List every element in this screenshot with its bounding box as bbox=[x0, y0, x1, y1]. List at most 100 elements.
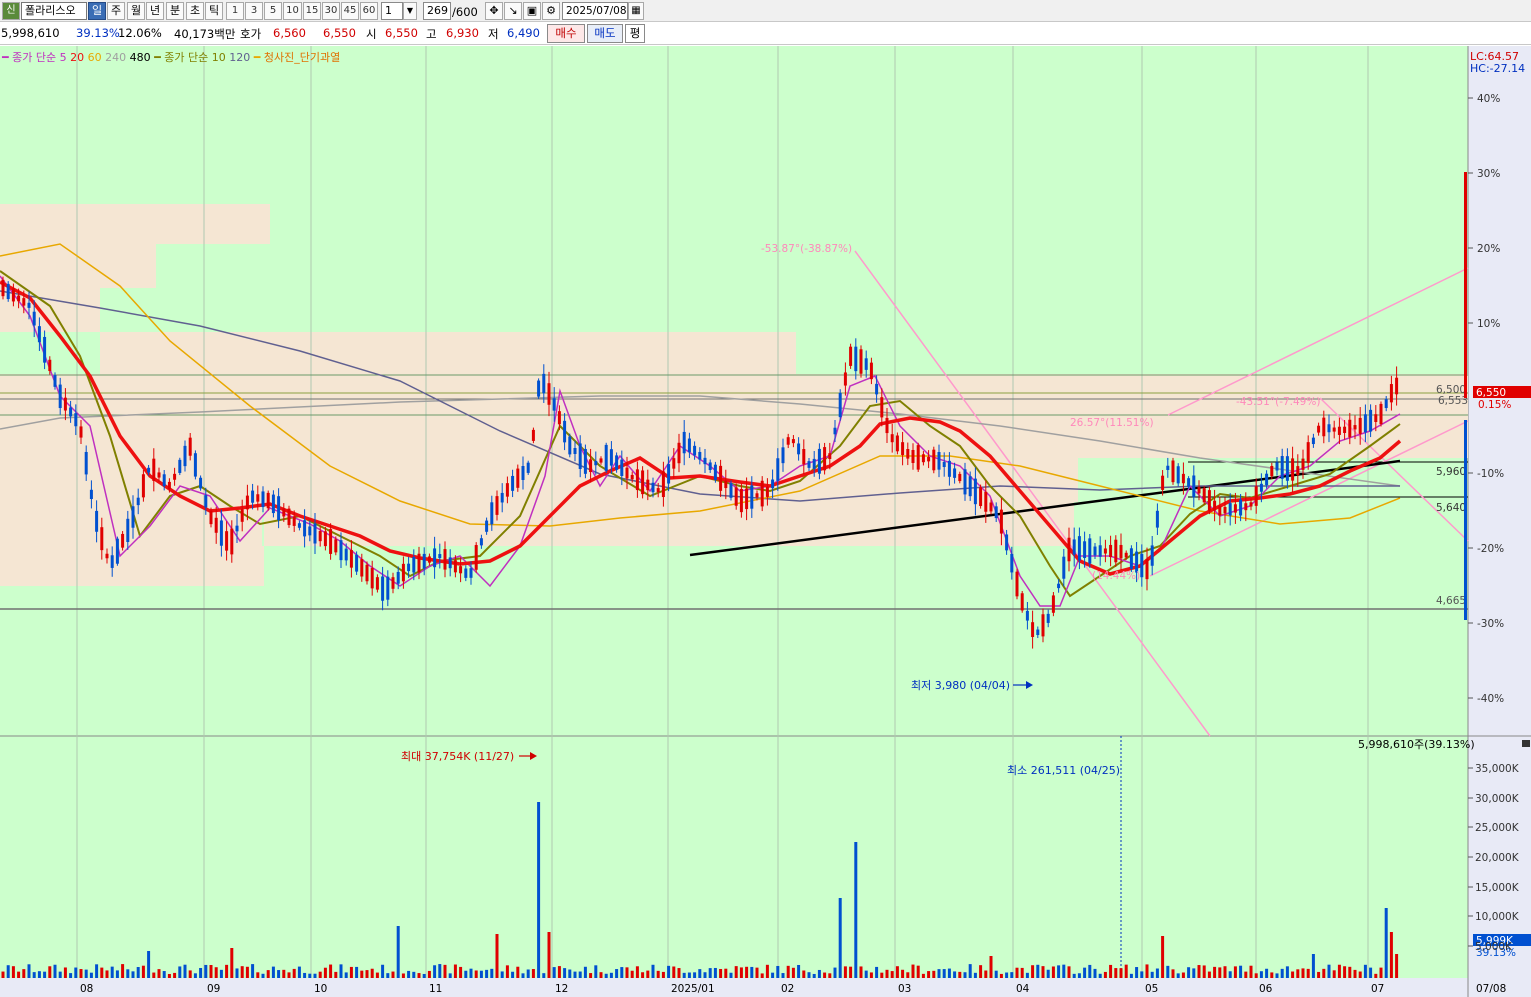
interval-button-5[interactable]: 30 bbox=[322, 2, 340, 20]
quote-bar: 5,998,610 39.13% 12.06% 40,173백만 호가 6,56… bbox=[0, 22, 1531, 45]
volume-tick-0: 35,000K bbox=[1475, 763, 1520, 775]
pct-tick-7: -40% bbox=[1477, 693, 1504, 705]
level-5960: 5,960 bbox=[1436, 466, 1466, 478]
date-label-12: 07/08 bbox=[1476, 983, 1506, 995]
chart-window: 신 폴라리스오 일주월년분초틱 1 3 5 10 15 30 45 60 1 ▼ 269 /6… bbox=[0, 0, 1531, 997]
interval-button-6[interactable]: 45 bbox=[341, 2, 359, 20]
interval-button-7[interactable]: 60 bbox=[360, 2, 378, 20]
date-label-4: 12 bbox=[555, 983, 568, 995]
crosshair-icon[interactable]: ✥ bbox=[485, 2, 503, 20]
period-button-0[interactable]: 일 bbox=[88, 2, 106, 20]
interval-button-3[interactable]: 10 bbox=[283, 2, 302, 20]
interval-select[interactable]: 1 bbox=[381, 2, 403, 20]
interval-button-4[interactable]: 15 bbox=[303, 2, 321, 20]
count-max: /600 bbox=[452, 5, 478, 19]
price-chart[interactable]: -53.87°(-38.87%) 26.57°(11.51%) -43.51°(… bbox=[0, 46, 1531, 997]
gear-icon[interactable]: ⚙ bbox=[542, 2, 560, 20]
date-label-11: 07 bbox=[1371, 983, 1384, 995]
volume-tick-2: 25,000K bbox=[1475, 822, 1520, 834]
period-button-3[interactable]: 년 bbox=[146, 2, 164, 20]
open-label: 시 bbox=[366, 27, 377, 41]
high-price: 6,930 bbox=[446, 26, 479, 40]
date-label-0: 08 bbox=[80, 983, 93, 995]
level-6553: 6,553 bbox=[1438, 395, 1468, 407]
interval-button-1[interactable]: 3 bbox=[245, 2, 263, 20]
legend-ma120: 120 bbox=[229, 51, 251, 64]
legend-ma480: 480 bbox=[129, 51, 151, 64]
date-label-10: 06 bbox=[1259, 983, 1273, 995]
pct-tick-5: -20% bbox=[1477, 543, 1504, 555]
date-label-9: 05 bbox=[1145, 983, 1158, 995]
date-label-2: 10 bbox=[314, 983, 327, 995]
min-volume-label: 최소 261,511 (04/25) bbox=[1007, 764, 1120, 777]
volume-tick-6: 5,000K bbox=[1475, 941, 1513, 953]
legend: ━ 종가 단순 5 20 60 240 480 ━ 종가 단순 10 120 ━… bbox=[2, 51, 341, 64]
volume-tick-3: 20,000K bbox=[1475, 852, 1520, 864]
volume-tick-1: 30,000K bbox=[1475, 793, 1520, 805]
legend-ma20: 20 bbox=[70, 51, 85, 64]
interval-button-0[interactable]: 1 bbox=[226, 2, 244, 20]
toolbar: 신 폴라리스오 일주월년분초틱 1 3 5 10 15 30 45 60 1 ▼ 269 /6… bbox=[0, 0, 1531, 22]
sell-button[interactable]: 매도 bbox=[587, 24, 623, 43]
date-axis bbox=[0, 978, 1531, 997]
legend-ma10: 10 bbox=[211, 51, 226, 64]
legend-ma60: 60 bbox=[87, 51, 102, 64]
date-label-8: 04 bbox=[1016, 983, 1030, 995]
level-4665: 4,665 bbox=[1436, 595, 1466, 607]
flat-button[interactable]: 평 bbox=[625, 24, 645, 43]
date-label-7: 03 bbox=[898, 983, 911, 995]
current-pct: 0.15% bbox=[1478, 399, 1511, 411]
max-volume-label: 최대 37,754K (11/27) bbox=[401, 750, 514, 763]
pct-tick-1: 30% bbox=[1477, 168, 1500, 180]
volume-value: 5,998,610 bbox=[1, 26, 60, 40]
period-button-4[interactable]: 분 bbox=[166, 2, 184, 20]
low-price: 6,490 bbox=[507, 26, 540, 40]
legend-ma240: 240 bbox=[105, 51, 127, 64]
chevron-down-icon[interactable]: ▼ bbox=[403, 2, 417, 20]
pct-tick-2: 20% bbox=[1477, 243, 1500, 255]
ask-price: 6,560 bbox=[273, 26, 306, 40]
count-field[interactable]: 269 bbox=[423, 2, 451, 20]
min-price-label: 최저 3,980 (04/04) bbox=[911, 679, 1010, 692]
low-label: 저 bbox=[488, 27, 499, 41]
period-button-1[interactable]: 주 bbox=[107, 2, 125, 20]
date-field[interactable]: 2025/07/08 bbox=[562, 2, 628, 20]
bid-price: 6,550 bbox=[323, 26, 356, 40]
period-button-5[interactable]: 초 bbox=[186, 2, 204, 20]
collapse-icon[interactable] bbox=[1522, 740, 1530, 747]
trend-mid-label: 26.57°(11.51%) bbox=[1070, 417, 1154, 429]
volume-tick-4: 15,000K bbox=[1475, 882, 1520, 894]
date-label-5: 2025/01 bbox=[671, 983, 715, 995]
high-label: 고 bbox=[426, 27, 437, 41]
hc-label: HC:-27.14 bbox=[1470, 62, 1525, 75]
draw-line-icon[interactable]: ↘ bbox=[504, 2, 522, 20]
trend-low-label: (14.44%) bbox=[1092, 570, 1140, 582]
change-pct: 12.06% bbox=[118, 26, 162, 40]
legend-indicator: 청사진_단기과열 bbox=[263, 51, 341, 64]
period-button-2[interactable]: 월 bbox=[127, 2, 145, 20]
trend-up-label: -53.87°(-38.87%) bbox=[761, 243, 852, 255]
save-icon[interactable]: ▣ bbox=[523, 2, 541, 20]
trend-right-label: -43.51°(-7.49%) bbox=[1236, 396, 1320, 408]
range-bar-down bbox=[1464, 420, 1467, 620]
level-5640: 5,640 bbox=[1436, 502, 1466, 514]
pct-tick-6: -30% bbox=[1477, 618, 1504, 630]
open-price: 6,550 bbox=[385, 26, 418, 40]
current-price: 6,550 bbox=[1476, 387, 1506, 399]
date-label-1: 09 bbox=[207, 983, 220, 995]
pct-tick-3: 10% bbox=[1477, 318, 1500, 330]
period-button-6[interactable]: 틱 bbox=[205, 2, 223, 20]
buy-button[interactable]: 매수 bbox=[547, 24, 585, 43]
stock-badge[interactable]: 신 bbox=[2, 2, 20, 20]
volume-panel bbox=[0, 736, 1468, 978]
stock-name-field[interactable]: 폴라리스오 bbox=[21, 2, 87, 20]
pct-tick-0: 40% bbox=[1477, 93, 1500, 105]
calendar-icon[interactable]: ▦ bbox=[628, 2, 644, 20]
bid-ask-label: 호가 bbox=[240, 27, 262, 41]
date-label-3: 11 bbox=[429, 983, 442, 995]
amount-value: 40,173백만 bbox=[174, 27, 236, 41]
interval-button-2[interactable]: 5 bbox=[264, 2, 282, 20]
range-bar-up bbox=[1464, 172, 1467, 398]
date-label-6: 02 bbox=[781, 983, 794, 995]
legend-ma-long-label: 종가 단순 bbox=[164, 51, 209, 64]
